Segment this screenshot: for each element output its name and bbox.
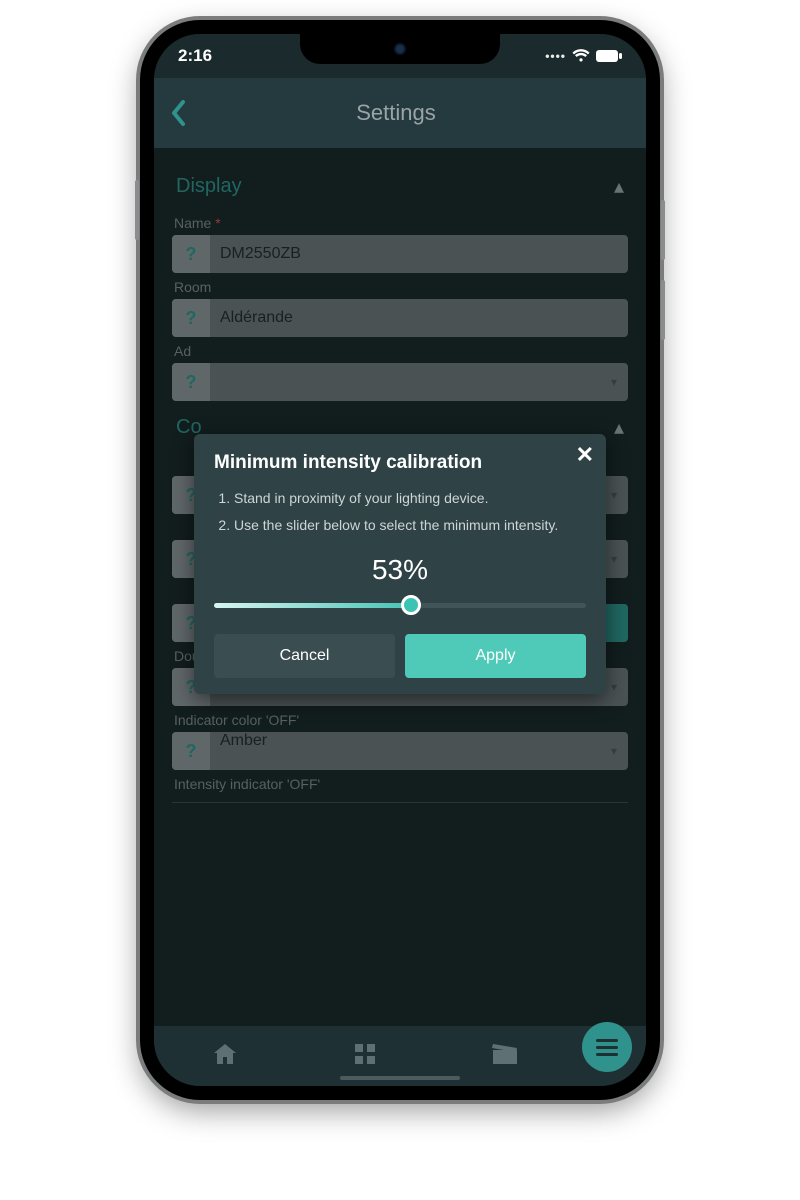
nav-home[interactable] xyxy=(211,1041,239,1072)
indicator-off-field[interactable]: ? Amber ▾ xyxy=(172,732,628,770)
chevron-up-icon: ▴ xyxy=(614,415,624,440)
slider-thumb[interactable] xyxy=(401,595,421,615)
close-button[interactable]: ✕ xyxy=(576,442,594,468)
phone-screen: 2:16 •••• Settings Display ▴ xyxy=(154,34,646,1086)
cancel-button[interactable]: Cancel xyxy=(214,634,395,678)
nav-scenes[interactable] xyxy=(491,1042,519,1071)
signal-dots-icon: •••• xyxy=(545,49,566,63)
section-display[interactable]: Display ▴ xyxy=(172,160,628,209)
intensity-indicator-label: Intensity indicator 'OFF' xyxy=(174,776,628,792)
chevron-left-icon xyxy=(170,99,186,127)
volume-down-button xyxy=(661,280,665,340)
address-label: Ad xyxy=(174,343,628,359)
modal-step-2: Use the slider below to select the minim… xyxy=(234,515,586,536)
address-value xyxy=(210,363,600,401)
status-time: 2:16 xyxy=(178,46,212,66)
chevron-up-icon: ▴ xyxy=(614,174,624,199)
chevron-down-icon: ▾ xyxy=(600,363,628,401)
name-label: Name * xyxy=(174,215,628,231)
home-icon xyxy=(211,1041,239,1067)
help-icon[interactable]: ? xyxy=(172,363,210,401)
help-icon[interactable]: ? xyxy=(172,732,210,770)
app-header: Settings xyxy=(154,78,646,148)
wifi-icon xyxy=(572,49,590,63)
address-field[interactable]: ? ▾ xyxy=(172,363,628,401)
back-button[interactable] xyxy=(170,99,186,127)
close-icon: ✕ xyxy=(576,442,594,467)
battery-icon xyxy=(596,50,622,62)
power-button xyxy=(135,180,139,240)
room-field[interactable]: ? xyxy=(172,299,628,337)
grid-icon xyxy=(353,1042,377,1066)
divider xyxy=(172,802,628,803)
help-icon[interactable]: ? xyxy=(172,235,210,273)
intensity-slider[interactable] xyxy=(214,596,586,614)
modal-title: Minimum intensity calibration xyxy=(214,452,586,474)
intensity-value: 53% xyxy=(214,554,586,586)
help-icon[interactable]: ? xyxy=(172,299,210,337)
indicator-off-label: Indicator color 'OFF' xyxy=(174,712,628,728)
name-input[interactable] xyxy=(210,235,628,273)
phone-frame: 2:16 •••• Settings Display ▴ xyxy=(140,20,660,1100)
slider-fill xyxy=(214,603,411,608)
nav-grid[interactable] xyxy=(353,1042,377,1071)
indicator-off-value: Amber xyxy=(210,732,600,770)
chevron-down-icon: ▾ xyxy=(600,732,628,770)
name-field[interactable]: ? xyxy=(172,235,628,273)
page-title: Settings xyxy=(186,100,630,126)
section-display-label: Display xyxy=(176,175,242,198)
menu-icon xyxy=(596,1046,618,1049)
modal-step-1: Stand in proximity of your lighting devi… xyxy=(234,488,586,509)
phone-notch xyxy=(300,34,500,64)
volume-up-button xyxy=(661,200,665,260)
clapper-icon xyxy=(491,1042,519,1066)
room-input[interactable] xyxy=(210,299,628,337)
apply-button[interactable]: Apply xyxy=(405,634,586,678)
calibration-modal: ✕ Minimum intensity calibration Stand in… xyxy=(194,434,606,694)
home-indicator xyxy=(340,1076,460,1080)
room-label: Room xyxy=(174,279,628,295)
menu-fab[interactable] xyxy=(582,1022,632,1072)
